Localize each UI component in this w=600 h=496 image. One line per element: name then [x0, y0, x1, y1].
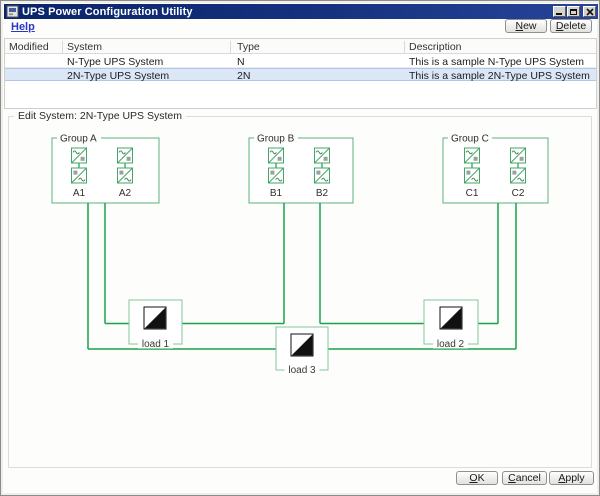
cell-type: 2N: [237, 70, 251, 82]
delete-button[interactable]: Delete: [550, 19, 592, 33]
group-b-label: Group B: [257, 134, 295, 145]
maximize-button[interactable]: [567, 6, 580, 17]
column-divider: [404, 41, 405, 54]
titlebar-controls: [552, 6, 596, 17]
minimize-button[interactable]: [553, 6, 566, 17]
ups-unit-c1[interactable]: C1: [463, 147, 481, 199]
app-window: UPS Power Configuration Utility Help New…: [0, 0, 600, 496]
cell-type: N: [237, 56, 245, 68]
load-1-node[interactable]: load 1: [128, 299, 183, 350]
ups-unit-b2[interactable]: B2: [313, 147, 331, 199]
load-3-icon: [290, 333, 314, 357]
cell-system: N-Type UPS System: [67, 56, 164, 68]
ups-unit-b1-label: B1: [270, 188, 283, 199]
column-divider: [62, 41, 63, 54]
load-3-label: load 3: [288, 365, 316, 376]
app-icon: [6, 5, 19, 18]
system-table: Modified System Type Description N-Type …: [4, 38, 597, 109]
new-button[interactable]: New: [505, 19, 547, 33]
power-topology-diagram: Group A Group B Group C A1 A2 B1 B2 C1 C…: [51, 133, 549, 376]
column-divider: [230, 41, 231, 54]
col-header-system[interactable]: System: [67, 41, 102, 53]
col-header-modified[interactable]: Modified: [9, 41, 49, 53]
col-header-type[interactable]: Type: [237, 41, 260, 53]
load-3-node[interactable]: load 3: [275, 326, 329, 376]
group-a-box: Group A: [51, 133, 160, 204]
ups-unit-b1[interactable]: B1: [267, 147, 285, 199]
ups-unit-a1-label: A1: [73, 188, 86, 199]
cell-system: 2N-Type UPS System: [67, 70, 170, 82]
table-header-row: Modified System Type Description: [5, 39, 596, 54]
help-link[interactable]: Help: [11, 21, 35, 33]
cancel-button[interactable]: Cancel: [502, 471, 547, 485]
maximize-icon: [570, 8, 577, 15]
group-a-label: Group A: [60, 134, 97, 145]
col-header-description[interactable]: Description: [409, 41, 462, 53]
ups-unit-c1-label: C1: [466, 188, 479, 199]
ok-button[interactable]: OK: [456, 471, 498, 485]
edit-system-panel: Edit System: 2N-Type UPS System Group A …: [8, 110, 592, 468]
apply-button[interactable]: Apply: [549, 471, 594, 485]
minimize-icon: [555, 13, 562, 15]
load-1-label: load 1: [142, 339, 170, 350]
load-2-node[interactable]: load 2: [423, 299, 479, 350]
close-icon: [585, 7, 594, 16]
ups-unit-b2-label: B2: [316, 188, 329, 199]
group-c-label: Group C: [451, 134, 489, 145]
load-2-label: load 2: [437, 339, 465, 350]
table-row-n-type[interactable]: N-Type UPS System N This is a sample N-T…: [5, 55, 596, 68]
ups-unit-a2[interactable]: A2: [116, 147, 134, 199]
ups-unit-c2-label: C2: [512, 188, 525, 199]
titlebar: UPS Power Configuration Utility: [4, 4, 598, 19]
group-b-box: Group B: [248, 133, 354, 204]
close-button[interactable]: [583, 6, 596, 17]
cell-description: This is a sample N-Type UPS System: [409, 56, 585, 68]
load-1-icon: [143, 306, 167, 330]
group-c-box: Group C: [442, 133, 549, 204]
ups-unit-a1[interactable]: A1: [70, 147, 88, 199]
ups-unit-a2-label: A2: [119, 188, 132, 199]
load-2-icon: [439, 306, 463, 330]
ups-unit-c2[interactable]: C2: [509, 147, 527, 199]
cell-description: This is a sample 2N-Type UPS System: [409, 70, 590, 82]
table-row-2n-type-selected[interactable]: 2N-Type UPS System 2N This is a sample 2…: [5, 68, 596, 82]
window-title: UPS Power Configuration Utility: [22, 5, 193, 18]
